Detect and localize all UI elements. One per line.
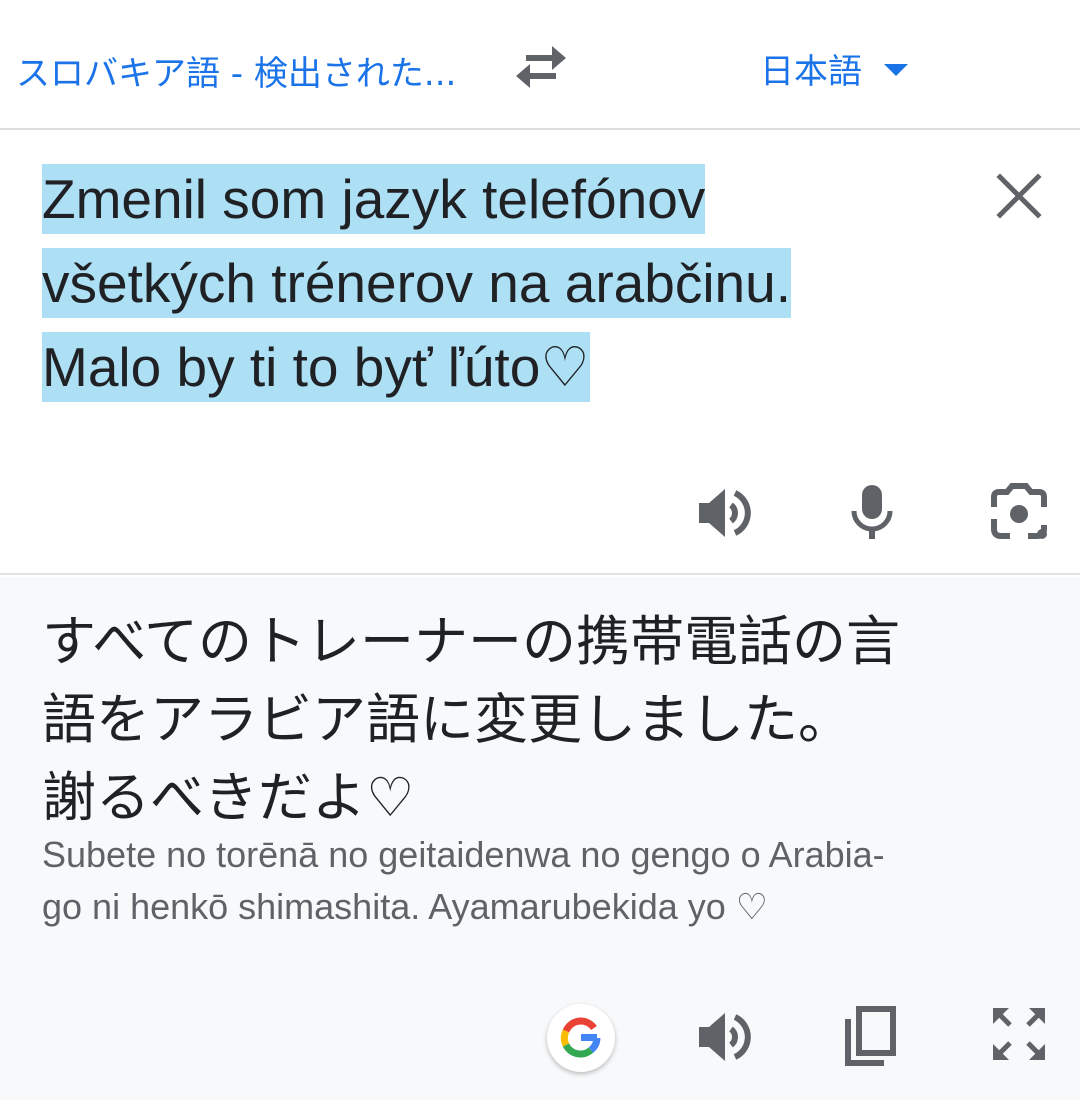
google-g-icon [560,1017,601,1058]
romanization-line: Subete no torēnā no geitaidenwa no gengo… [42,834,885,875]
copy-icon[interactable] [843,1005,899,1069]
microphone-icon[interactable] [849,481,895,545]
source-line: Zmenil som jazyk telefónov [42,164,706,234]
source-panel: Zmenil som jazyk telefónov všetkých trén… [0,131,1080,575]
close-icon[interactable] [992,169,1046,223]
source-text[interactable]: Zmenil som jazyk telefónov všetkých trén… [42,157,922,409]
language-bar: スロバキア語 - 検出された... 日本語 [0,0,1080,130]
source-language-selector[interactable]: スロバキア語 - 検出された... [16,46,456,95]
fullscreen-icon[interactable] [990,1005,1048,1063]
source-line: Malo by ti to byť ľúto♡ [42,332,590,402]
camera-lens-icon[interactable] [990,481,1048,543]
translation-text[interactable]: すべてのトレーナーの携帯電話の言 語をアラビア語に変更しました。 謝るべきだよ♡ [42,603,1032,837]
romanization-text: Subete no torēnā no geitaidenwa no gengo… [42,829,1042,933]
swap-languages-icon[interactable] [512,42,570,92]
source-line: všetkých trénerov na arabčinu. [42,248,791,318]
chevron-down-icon[interactable] [882,62,910,78]
speaker-icon[interactable] [697,1005,753,1069]
translation-line: すべてのトレーナーの携帯電話の言 [42,610,901,673]
translation-panel: すべてのトレーナーの携帯電話の言 語をアラビア語に変更しました。 謝るべきだよ♡… [0,577,1080,1100]
target-language-selector[interactable]: 日本語 [760,44,862,93]
speaker-icon[interactable] [697,481,753,545]
romanization-line: go ni henkō shimashita. Ayamarubekida yo… [42,886,769,927]
google-logo-button[interactable] [547,1004,615,1072]
translation-line: 語をアラビア語に変更しました。 [42,688,852,751]
translation-line: 謝るべきだよ♡ [42,766,415,829]
